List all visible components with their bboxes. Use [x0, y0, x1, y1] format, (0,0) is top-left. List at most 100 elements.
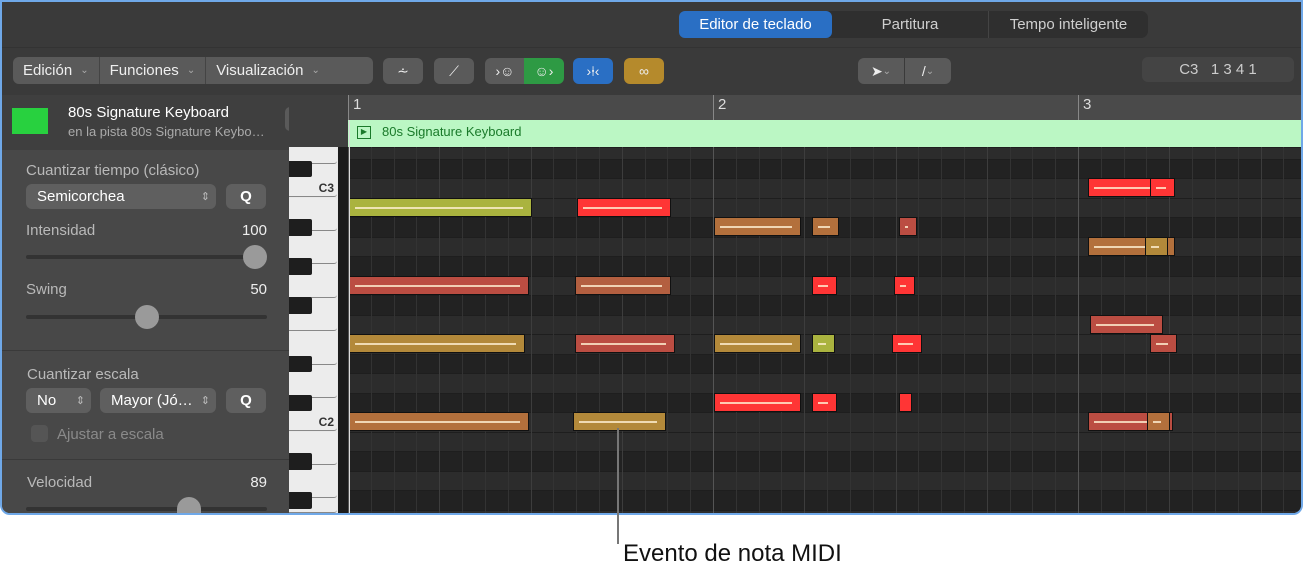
menu-bar: Edición ⌄ Funciones ⌄ Visualización ⌄ — [13, 57, 373, 84]
grid-line — [895, 147, 897, 513]
velocity-slider-knob[interactable] — [177, 497, 201, 513]
midi-note[interactable] — [574, 334, 676, 353]
midi-note[interactable] — [349, 197, 532, 217]
black-key[interactable] — [289, 160, 312, 177]
strength-slider[interactable] — [26, 255, 267, 259]
midi-out-icon[interactable]: ☺› — [524, 58, 564, 84]
tab-score[interactable]: Partitura — [832, 11, 988, 38]
piano-roll-window: Editor de teclado Partitura Tempo inteli… — [0, 0, 1303, 515]
tab-smart-tempo[interactable]: Tempo inteligente — [988, 11, 1148, 38]
midi-note[interactable] — [812, 392, 838, 412]
black-key[interactable] — [289, 355, 312, 372]
view-menu[interactable]: Visualización ⌄ — [206, 57, 330, 84]
time-quantize-title: Cuantizar tiempo (clásico) — [26, 162, 200, 179]
grid-row — [348, 158, 1301, 178]
midi-note[interactable] — [894, 275, 915, 295]
scale-root-value: No — [37, 392, 57, 409]
grid-line — [1237, 147, 1239, 513]
time-quantize-value: Semicorchea — [37, 188, 125, 205]
pencil-tool-icon[interactable]: / ⌄ — [905, 58, 951, 84]
swing-label: Swing — [26, 281, 67, 298]
midi-note[interactable] — [812, 275, 838, 295]
black-key[interactable] — [289, 297, 312, 314]
grid-line — [827, 147, 829, 513]
midi-note[interactable] — [1149, 178, 1175, 197]
black-key[interactable] — [289, 219, 312, 236]
midi-note[interactable] — [349, 412, 530, 431]
grid-line — [963, 147, 965, 513]
scale-mode-popup[interactable]: Mayor (Jó… ⇕ — [100, 388, 216, 413]
midi-note[interactable] — [572, 412, 667, 431]
grid-line — [1283, 147, 1285, 513]
ruler[interactable]: 1 2 3 — [348, 95, 1301, 120]
black-key[interactable] — [289, 453, 312, 470]
note-grid[interactable] — [348, 147, 1301, 513]
black-key[interactable] — [289, 394, 312, 411]
midi-note[interactable] — [714, 334, 801, 353]
midi-note[interactable] — [898, 217, 918, 236]
functions-menu[interactable]: Funciones ⌄ — [100, 57, 207, 84]
midi-note[interactable] — [1090, 314, 1164, 334]
midi-note[interactable] — [1149, 334, 1178, 353]
grid-line — [1214, 147, 1216, 513]
velocity-slider[interactable] — [26, 507, 267, 511]
swing-slider-knob[interactable] — [135, 305, 159, 329]
midi-note[interactable] — [1145, 236, 1168, 256]
midi-in-icon[interactable]: ›☺ — [485, 58, 525, 84]
midi-note[interactable] — [577, 197, 671, 217]
grid-line — [735, 147, 737, 513]
region-name: 80s Signature Keyboard — [68, 104, 229, 121]
tab-piano-roll[interactable]: Editor de teclado — [679, 11, 832, 38]
collapse-icon[interactable]: ⩪ — [383, 58, 423, 84]
callout-label: Evento de nota MIDI — [623, 540, 842, 567]
grid-line — [849, 147, 851, 513]
time-quantize-button[interactable]: Q — [226, 184, 266, 209]
time-quantize-popup[interactable]: Semicorchea ⇕ — [26, 184, 216, 209]
playhead[interactable] — [349, 120, 350, 513]
callout-line — [617, 428, 619, 544]
chevron-down-icon: ⌄ — [311, 65, 320, 76]
edit-menu[interactable]: Edición ⌄ — [13, 57, 100, 84]
updown-icon: ⇕ — [200, 191, 210, 203]
piano-keyboard[interactable]: C3 C2 — [289, 147, 338, 513]
midi-note[interactable] — [1147, 412, 1171, 431]
snap-to-scale-checkbox[interactable] — [31, 425, 48, 442]
editor-tabs: Editor de teclado Partitura Tempo inteli… — [679, 11, 1148, 38]
midi-note[interactable] — [714, 392, 801, 412]
grid-line — [918, 147, 920, 513]
strength-slider-knob[interactable] — [243, 245, 267, 269]
black-key[interactable] — [289, 492, 312, 509]
midi-note[interactable] — [898, 392, 913, 412]
ruler-bar-3: 3 — [1083, 96, 1092, 113]
velocity-label: Velocidad — [27, 474, 93, 491]
midi-note[interactable] — [714, 217, 801, 236]
midi-note[interactable] — [574, 275, 671, 295]
grid-row — [348, 451, 1301, 471]
strength-value: 100 — [241, 222, 267, 239]
strength-label: Intensidad — [26, 222, 96, 239]
midi-note[interactable] — [349, 275, 530, 295]
grid-line — [713, 147, 714, 513]
scale-root-popup[interactable]: No ⇕ — [26, 388, 91, 413]
midi-note[interactable] — [349, 334, 525, 353]
midi-note[interactable] — [812, 334, 835, 353]
grid-line — [804, 147, 806, 513]
functions-menu-label: Funciones — [109, 62, 179, 79]
scale-quantize-button[interactable]: Q — [226, 388, 266, 413]
region-bar[interactable]: ▶ 80s Signature Keyboard — [348, 120, 1301, 147]
velocity-value: 89 — [250, 474, 267, 491]
black-key[interactable] — [289, 258, 312, 275]
grid-line — [872, 147, 874, 513]
midi-note[interactable] — [812, 217, 840, 236]
midi-note[interactable] — [891, 334, 922, 353]
pointer-tool-icon[interactable]: ➤ ⌄ — [858, 58, 904, 84]
link-icon[interactable]: ∞ — [624, 58, 664, 84]
grid-line — [941, 147, 943, 513]
scale-quantize-title: Cuantizar escala — [27, 366, 139, 383]
grid-row — [348, 431, 1301, 451]
catch-icon[interactable]: ›⍿‹ — [573, 58, 613, 84]
automation-icon[interactable]: ⟋ — [434, 58, 474, 84]
chevron-down-icon: ⌄ — [186, 65, 196, 76]
edit-menu-label: Edición — [23, 62, 73, 79]
grid-line — [1260, 147, 1262, 513]
